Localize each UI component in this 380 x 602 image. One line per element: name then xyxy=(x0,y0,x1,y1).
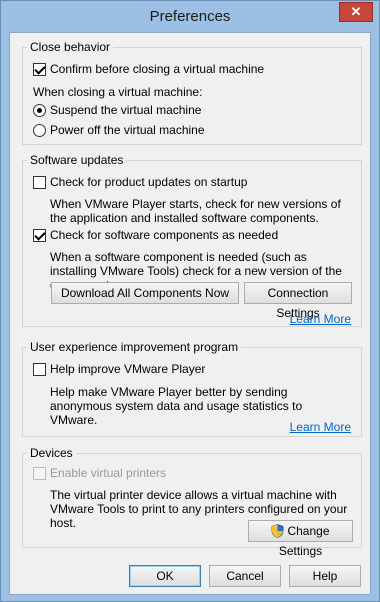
change-settings-label: Change Settings xyxy=(278,524,330,558)
radio-label: Suspend the virtual machine xyxy=(50,103,202,117)
radio-label: Power off the virtual machine xyxy=(50,123,205,137)
power-off-radio[interactable]: Power off the virtual machine xyxy=(33,123,205,137)
checkbox-label: Enable virtual printers xyxy=(50,466,167,480)
learn-more-link[interactable]: Learn More xyxy=(290,312,351,326)
checkbox-box[interactable] xyxy=(33,228,46,242)
checkbox-label: Confirm before closing a virtual machine xyxy=(50,62,265,76)
connection-settings-button[interactable]: Connection Settings xyxy=(244,282,352,320)
close-button[interactable]: ✕ xyxy=(339,2,373,22)
checkbox-box[interactable] xyxy=(33,175,46,189)
cancel-button[interactable]: Cancel xyxy=(209,565,281,587)
help-button[interactable]: Help xyxy=(289,565,361,587)
uac-shield-icon xyxy=(272,524,284,538)
close-icon: ✕ xyxy=(350,4,362,19)
software-updates-group: Software updates Check for product updat… xyxy=(22,153,362,327)
enable-virtual-printers-checkbox[interactable]: Enable virtual printers xyxy=(33,466,166,480)
download-all-components-button[interactable]: Download All Components Now xyxy=(51,282,239,304)
group-title: User experience improvement program xyxy=(27,340,242,354)
ok-button[interactable]: OK xyxy=(129,565,201,587)
check-product-updates-checkbox[interactable]: Check for product updates on startup xyxy=(33,175,247,189)
checkbox-label: Help improve VMware Player xyxy=(50,362,206,376)
preferences-content: Close behavior Confirm before closing a … xyxy=(9,32,371,595)
preferences-window: Preferences ✕ Close behavior Confirm bef… xyxy=(0,0,380,602)
checkbox-label: Check for software components as needed xyxy=(50,228,279,242)
learn-more-link[interactable]: Learn More xyxy=(290,420,351,434)
window-title: Preferences xyxy=(149,8,231,25)
confirm-close-checkbox[interactable]: Confirm before closing a virtual machine xyxy=(33,62,264,76)
devices-group: Devices Enable virtual printers The virt… xyxy=(22,446,362,558)
check-components-checkbox[interactable]: Check for software components as needed xyxy=(33,228,278,242)
group-title: Devices xyxy=(27,446,76,460)
ux-improvement-group: User experience improvement program Help… xyxy=(22,340,362,437)
checkbox-box[interactable] xyxy=(33,466,46,480)
checkbox-label: Check for product updates on startup xyxy=(50,175,248,189)
help-improve-checkbox[interactable]: Help improve VMware Player xyxy=(33,362,205,376)
checkbox-box[interactable] xyxy=(33,362,46,376)
radio-button[interactable] xyxy=(33,123,46,137)
check-product-description: When VMware Player starts, check for new… xyxy=(50,197,341,225)
group-title: Close behavior xyxy=(27,40,114,54)
change-settings-button[interactable]: Change Settings xyxy=(248,520,353,558)
title-bar[interactable]: Preferences ✕ xyxy=(1,1,379,32)
radio-button[interactable] xyxy=(33,103,46,117)
checkbox-box[interactable] xyxy=(33,62,46,76)
close-behavior-group: Close behavior Confirm before closing a … xyxy=(22,40,362,145)
suspend-radio[interactable]: Suspend the virtual machine xyxy=(33,103,201,117)
when-closing-label: When closing a virtual machine: xyxy=(33,85,203,99)
group-title: Software updates xyxy=(27,153,127,167)
